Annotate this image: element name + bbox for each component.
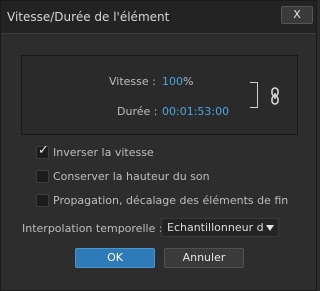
interpolation-selected-value: Echantillonneur d'image <box>167 221 263 234</box>
interpolation-select[interactable]: Echantillonneur d'image <box>161 218 279 237</box>
duration-label: Durée : <box>117 105 158 118</box>
cancel-button[interactable]: Annuler <box>164 248 244 268</box>
ripple-edit-label: Propagation, décalage des éléments de fi… <box>53 194 289 207</box>
link-bracket <box>250 82 258 108</box>
title-divider <box>2 33 315 34</box>
speed-duration-dialog: Vitesse/Durée de l'élément X Vitesse : 1… <box>0 0 317 291</box>
ripple-edit-checkbox[interactable] <box>36 194 49 207</box>
keep-pitch-label: Conserver la hauteur du son <box>53 170 210 183</box>
window-title: Vitesse/Durée de l'élément <box>7 10 170 24</box>
speed-value[interactable]: 100 <box>162 75 183 88</box>
ok-button[interactable]: OK <box>75 248 155 268</box>
close-button[interactable]: X <box>281 6 313 24</box>
chain-link-icon[interactable] <box>268 87 282 105</box>
keep-pitch-checkbox[interactable] <box>36 170 49 183</box>
dropdown-arrow-icon <box>266 225 274 231</box>
speed-unit: % <box>183 75 194 88</box>
checkmark-icon: ✓ <box>38 143 49 158</box>
reverse-speed-label: Inverser la vitesse <box>53 146 154 159</box>
interpolation-label: Interpolation temporelle : <box>22 222 163 235</box>
reverse-speed-checkbox[interactable]: ✓ <box>36 143 49 159</box>
duration-value[interactable]: 00:01:53:00 <box>162 105 229 118</box>
speed-label: Vitesse : <box>109 75 156 88</box>
title-bar: Vitesse/Durée de l'élément X <box>1 1 316 33</box>
